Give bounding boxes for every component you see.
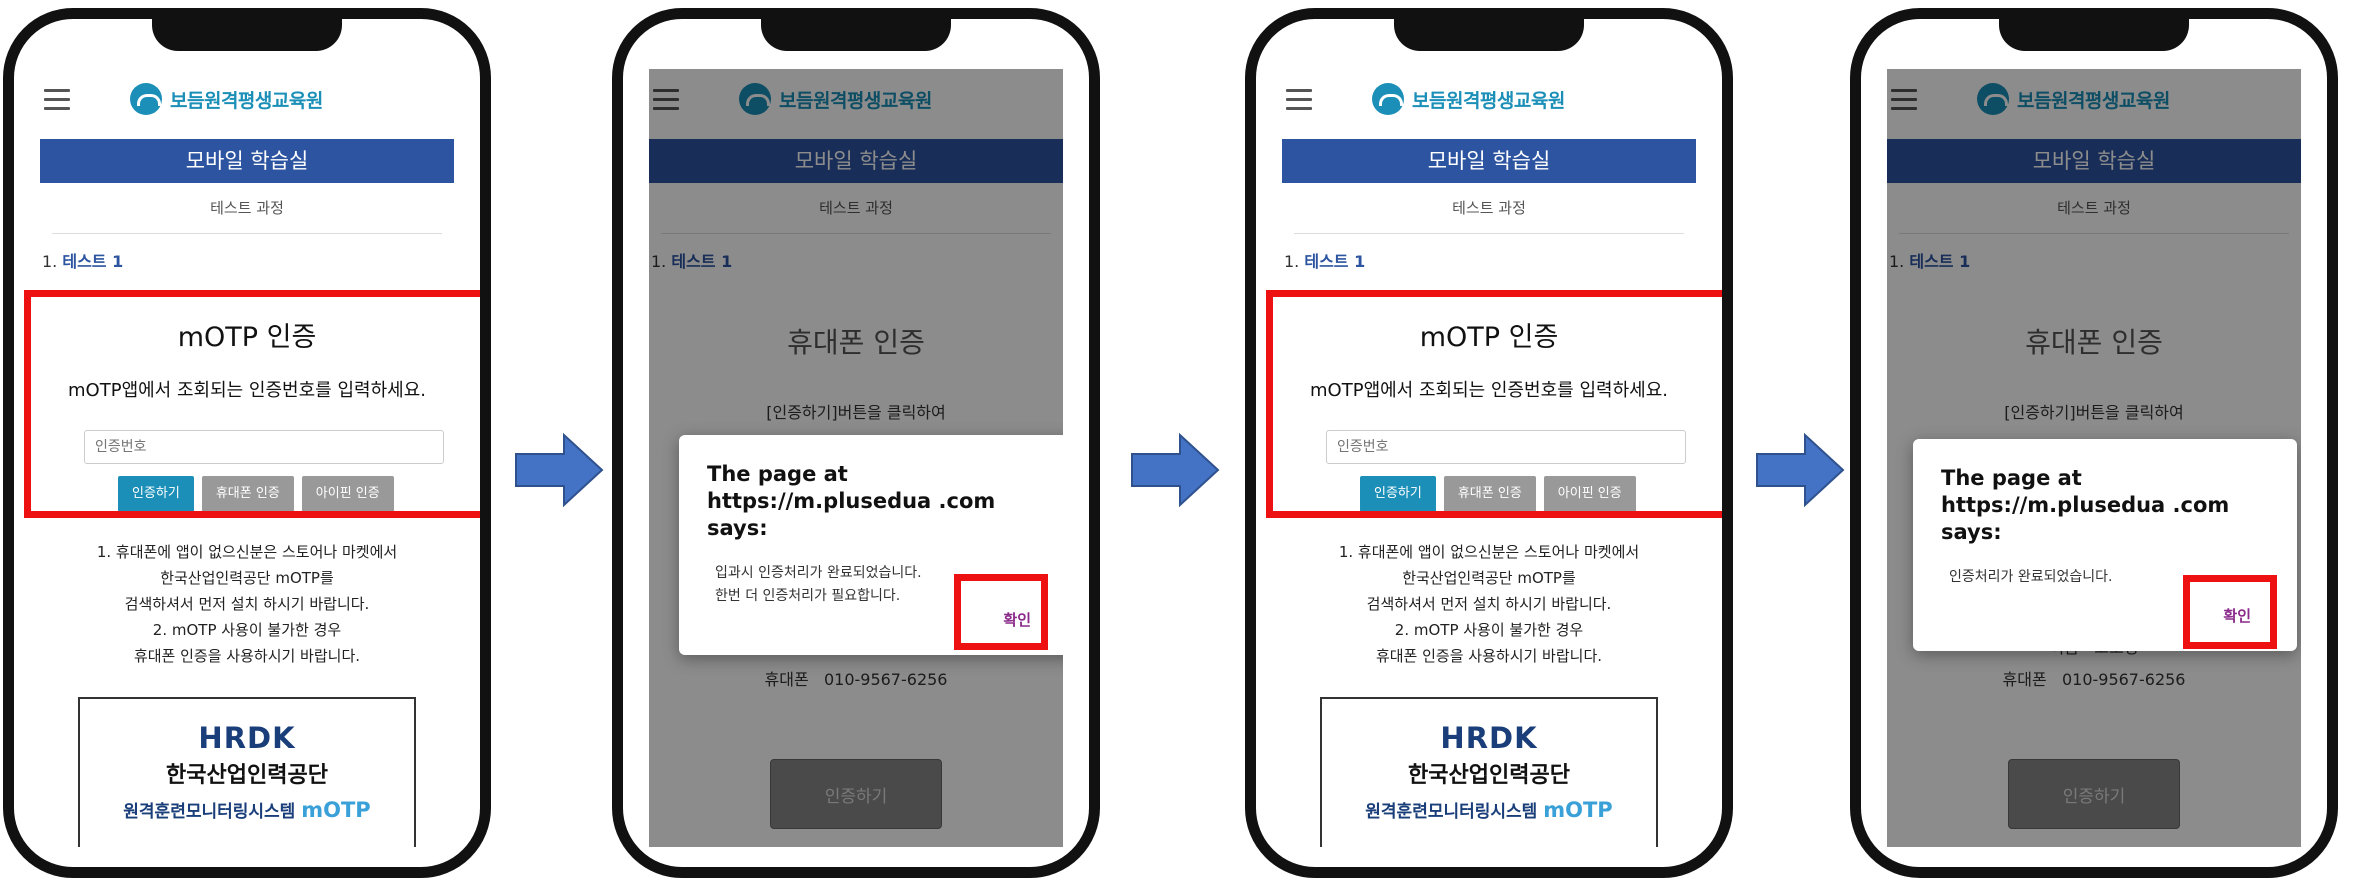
phone-notch (761, 19, 951, 51)
lesson-number: 1. (1284, 252, 1300, 271)
motp-brand: mOTP (301, 798, 371, 822)
hrdk-org-name: 한국산업인력공단 (1408, 763, 1570, 788)
dialog-title: The page at https://m.plusedua .com says… (707, 462, 996, 540)
lesson-item[interactable]: 1. 테스트 1 (40, 234, 454, 272)
hrdk-logo: HRDK (198, 721, 296, 755)
phone-notch (1394, 19, 1584, 51)
note-line: 검색하셔서 먼저 설치 하시기 바랍니다. (1366, 595, 1612, 613)
note-line: 한국산업인력공단 mOTP를 (160, 569, 334, 587)
phone-notch (152, 19, 342, 51)
note-line: 1. 휴대폰에 앱이 없으신분은 스토어나 마켓에서 (1338, 543, 1640, 561)
hamburger-menu-icon[interactable] (44, 89, 70, 110)
hrdk-system-name: 원격훈련모니터링시스템 mOTP (1322, 797, 1656, 822)
highlight-box (2183, 575, 2277, 649)
note-line: 2. mOTP 사용이 불가한 경우 (152, 621, 342, 639)
site-header: 보듬원격평생교육원 (40, 69, 454, 139)
lesson-title: 테스트 1 (1304, 252, 1366, 271)
system-label: 원격훈련모니터링시스템 (1365, 802, 1538, 822)
motp-brand: mOTP (1543, 798, 1613, 822)
screen-phone-auth-1: 보듬원격평생교육원 모바일 학습실 테스트 과정 1. 테스트 1 휴대폰 인증… (649, 69, 1063, 847)
site-logo[interactable]: 보듬원격평생교육원 (130, 83, 323, 115)
logo-icon (1372, 83, 1404, 115)
screen-phone-auth-2: 보듬원격평생교육원 모바일 학습실 테스트 과정 1. 테스트 1 휴대폰 인증… (1887, 69, 2301, 847)
phone-frame-4: 보듬원격평생교육원 모바일 학습실 테스트 과정 1. 테스트 1 휴대폰 인증… (1850, 8, 2338, 878)
hrdk-logo: HRDK (1440, 721, 1538, 755)
hrdk-system-name: 원격훈련모니터링시스템 mOTP (80, 797, 414, 822)
install-notes: 1. 휴대폰에 앱이 없으신분은 스토어나 마켓에서 한국산업인력공단 mOTP… (1282, 539, 1696, 669)
note-line: 검색하셔서 먼저 설치 하시기 바랍니다. (124, 595, 370, 613)
hrdk-org-name: 한국산업인력공단 (166, 763, 328, 788)
note-line: 1. 휴대폰에 앱이 없으신분은 스토어나 마켓에서 (96, 543, 398, 561)
hrdk-banner: HRDK 한국산업인력공단 원격훈련모니터링시스템 mOTP (1320, 697, 1658, 847)
site-name: 보듬원격평생교육원 (170, 89, 323, 112)
course-name: 테스트 과정 (1294, 183, 1684, 234)
highlight-box (1266, 290, 1722, 518)
arrow-right-icon (1756, 432, 1845, 508)
phone-frame-2: 보듬원격평생교육원 모바일 학습실 테스트 과정 1. 테스트 1 휴대폰 인증… (612, 8, 1100, 878)
phone-frame-1: 보듬원격평생교육원 모바일 학습실 테스트 과정 1. 테스트 1 mOTP 인… (3, 8, 491, 878)
site-name: 보듬원격평생교육원 (1412, 89, 1565, 112)
note-line: 휴대폰 인증을 사용하시기 바랍니다. (1375, 647, 1603, 665)
page-title-bar: 모바일 학습실 (1282, 139, 1696, 183)
system-label: 원격훈련모니터링시스템 (123, 802, 296, 822)
note-line: 한국산업인력공단 mOTP를 (1402, 569, 1576, 587)
phone-notch (1999, 19, 2189, 51)
note-line: 휴대폰 인증을 사용하시기 바랍니다. (133, 647, 361, 665)
phone-frame-3: 보듬원격평생교육원 모바일 학습실 테스트 과정 1. 테스트 1 mOTP 인… (1245, 8, 1733, 878)
install-notes: 1. 휴대폰에 앱이 없으신분은 스토어나 마켓에서 한국산업인력공단 mOTP… (40, 539, 454, 669)
page-title-bar: 모바일 학습실 (40, 139, 454, 183)
course-name: 테스트 과정 (52, 183, 442, 234)
site-logo[interactable]: 보듬원격평생교육원 (1372, 83, 1565, 115)
logo-icon (130, 83, 162, 115)
arrow-right-icon (515, 432, 604, 508)
lesson-title: 테스트 1 (62, 252, 124, 271)
hamburger-menu-icon[interactable] (1286, 89, 1312, 110)
highlight-box (954, 574, 1048, 650)
note-line: 2. mOTP 사용이 불가한 경우 (1394, 621, 1584, 639)
arrow-right-icon (1131, 432, 1220, 508)
highlight-box (24, 290, 480, 518)
site-header: 보듬원격평생교육원 (1282, 69, 1696, 139)
dialog-title: The page at https://m.plusedua .com says… (1941, 466, 2230, 544)
lesson-item[interactable]: 1. 테스트 1 (1282, 234, 1696, 272)
hrdk-banner: HRDK 한국산업인력공단 원격훈련모니터링시스템 mOTP (78, 697, 416, 847)
lesson-number: 1. (42, 252, 58, 271)
